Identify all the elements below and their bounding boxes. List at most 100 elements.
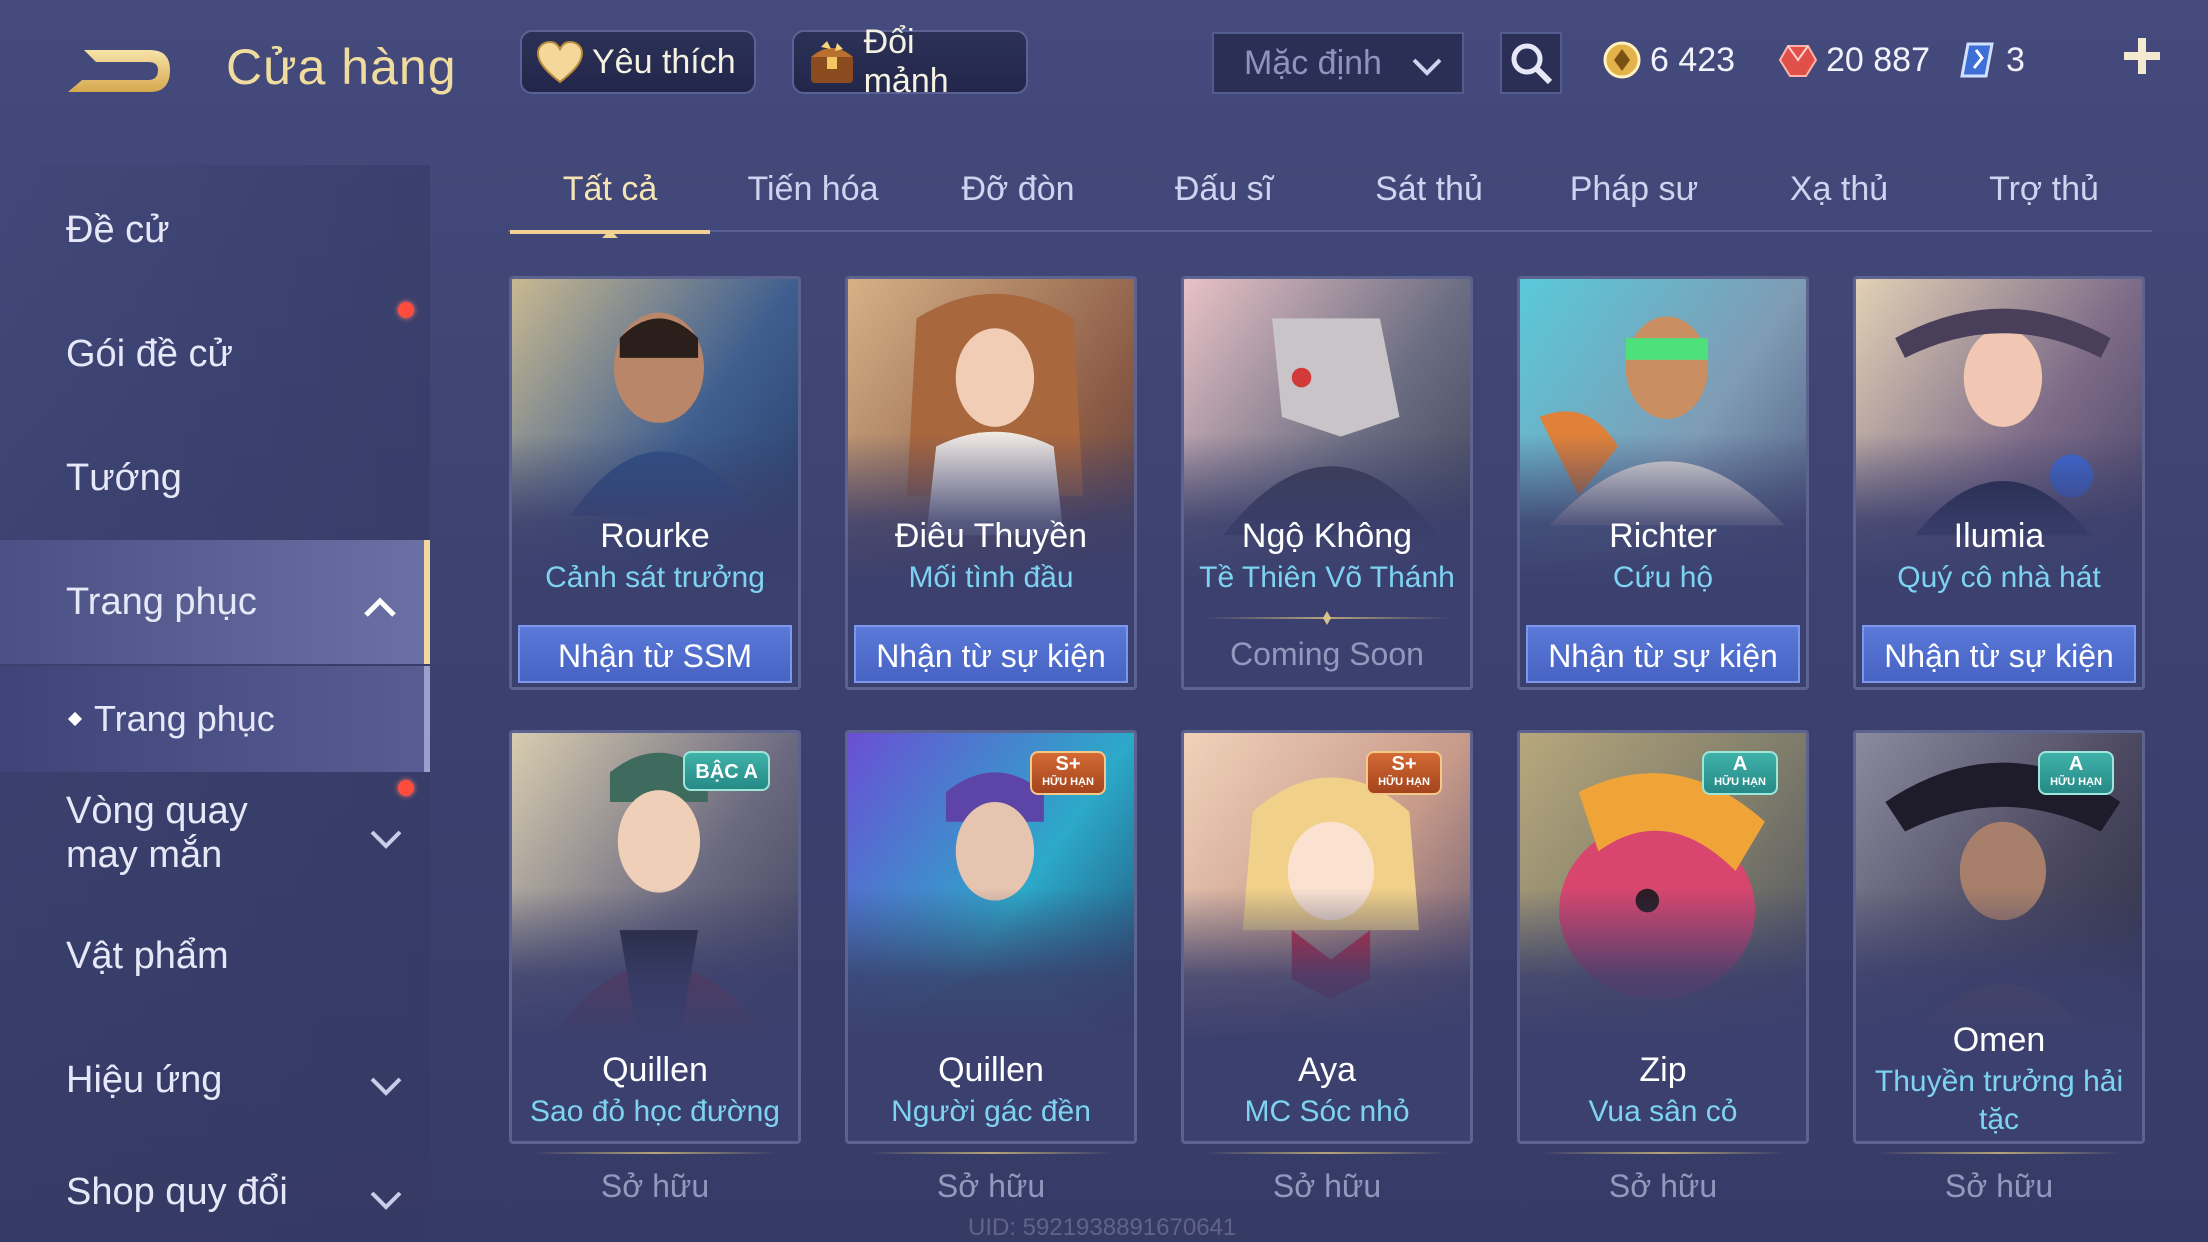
owned-label: Sở hữu xyxy=(1944,1168,2054,1204)
tab-marksman[interactable]: Xạ thủ xyxy=(1739,170,1939,232)
chevron-up-icon xyxy=(362,588,398,631)
skin-card[interactable]: Điêu Thuyền Mối tình đầu Nhận từ sự kiện xyxy=(845,276,1137,690)
heart-icon xyxy=(534,36,586,88)
chevron-down-icon xyxy=(368,818,404,862)
skin-card[interactable]: A HỮU HẠN Omen Thuyền trưởng hải tặc xyxy=(1853,730,2145,1144)
skin-card[interactable]: Richter Cứu hộ Nhận từ sự kiện xyxy=(1517,276,1809,690)
notification-dot xyxy=(398,780,414,796)
hero-name: Quillen xyxy=(938,1051,1044,1089)
hero-name: Điêu Thuyền xyxy=(894,517,1088,555)
skin-name: Quý cô nhà hát xyxy=(1897,561,2101,594)
sidebar-item-label: Shop quy đổi xyxy=(66,1170,288,1213)
sidebar-item-featured[interactable]: Đề cử xyxy=(0,168,430,292)
tab-evolution[interactable]: Tiến hóa xyxy=(713,170,913,232)
hero-name: Ngộ Không xyxy=(1241,517,1413,555)
skin-name: Tề Thiên Võ Thánh xyxy=(1199,561,1455,594)
sidebar-item-label: Đề cử xyxy=(66,208,170,251)
owned-label: Sở hữu xyxy=(1272,1168,1382,1204)
skin-card[interactable]: Ilumia Quý cô nhà hát Nhận từ sự kiện xyxy=(1853,276,2145,690)
obtain-button[interactable]: Nhận từ sự kiện xyxy=(1526,625,1800,683)
skin-card[interactable]: Ngộ Không Tề Thiên Võ Thánh Coming Soon xyxy=(1181,276,1473,690)
skin-name: Sao đỏ học đường xyxy=(530,1095,780,1128)
card-footer: Sở hữu xyxy=(1856,1148,2142,1242)
sidebar-item-featured-packs[interactable]: Gói đề cử xyxy=(0,292,430,416)
crystal-balance: 3 xyxy=(1958,34,2025,86)
card-footer: Sở hữu xyxy=(1520,1148,1806,1242)
search-icon xyxy=(1511,43,1553,85)
sidebar-item-label: Tướng xyxy=(66,456,182,499)
gold-value: 6 423 xyxy=(1650,40,1736,79)
exchange-shards-label: Đổi mảnh xyxy=(863,23,949,100)
notification-dot xyxy=(398,302,414,318)
sidebar-item-label: Vòng quay may mắn xyxy=(66,790,248,876)
tab-all[interactable]: Tất cả xyxy=(510,170,710,238)
divider xyxy=(868,1152,1114,1154)
gold-balance: 6 423 xyxy=(1602,34,1735,86)
skin-card[interactable]: S+ HỮU HẠN Aya MC Sóc nhỏ xyxy=(1181,730,1473,1144)
favorites-button[interactable]: Yêu thích xyxy=(520,30,756,94)
divider xyxy=(1204,611,1450,625)
crystal-value: 3 xyxy=(2006,40,2025,79)
sidebar-item-label: Trang phục xyxy=(66,580,257,623)
ruby-voucher-icon xyxy=(1778,45,1818,77)
skin-card[interactable]: A HỮU HẠN Zip Vua sân cỏ xyxy=(1517,730,1809,1144)
sidebar-item-skins[interactable]: Trang phục xyxy=(0,540,430,664)
owned-label: Sở hữu xyxy=(1608,1168,1718,1204)
tab-fighter[interactable]: Đấu sĩ xyxy=(1124,170,1324,232)
sidebar-item-label: Gói đề cử xyxy=(66,332,233,375)
sort-value: Mặc định xyxy=(1244,43,1382,82)
crystal-icon xyxy=(1960,42,1994,78)
status-label: Coming Soon xyxy=(1230,636,1424,672)
sidebar-item-heroes[interactable]: Tướng xyxy=(0,416,430,540)
sidebar-item-label: Trang phục xyxy=(94,698,275,739)
back-arrow-icon xyxy=(68,50,170,92)
skin-card[interactable]: BẬC A Quillen Sao đỏ học đường xyxy=(509,730,801,1144)
bullet-diamond-icon xyxy=(67,711,83,727)
search-button[interactable] xyxy=(1500,32,1562,94)
obtain-button[interactable]: Nhận từ SSM xyxy=(518,625,792,683)
gold-coin-icon xyxy=(1603,41,1641,79)
top-up-button[interactable] xyxy=(2118,30,2166,82)
skin-name: Thuyền trưởng hải tặc xyxy=(1874,1065,2124,1136)
tier-badge: A HỮU HẠN xyxy=(1702,751,1778,795)
sidebar-subitem-skins[interactable]: Trang phục xyxy=(0,666,430,772)
sidebar-item-effects[interactable]: Hiệu ứng xyxy=(0,1018,430,1142)
treasure-chest-icon xyxy=(806,36,858,88)
sort-dropdown[interactable]: Mặc định xyxy=(1212,32,1464,94)
exchange-shards-button[interactable]: Đổi mảnh xyxy=(792,23,1028,100)
skin-card[interactable]: Rourke Cảnh sát trưởng Nhận từ SSM xyxy=(509,276,801,690)
hero-name: Zip xyxy=(1639,1051,1687,1089)
tier-badge: S+ HỮU HẠN xyxy=(1030,751,1106,795)
skin-name: Cứu hộ xyxy=(1612,561,1714,594)
chevron-down-icon xyxy=(1410,50,1444,89)
favorites-label: Yêu thích xyxy=(592,42,736,81)
owned-label: Sở hữu xyxy=(936,1168,1046,1204)
skin-name: MC Sóc nhỏ xyxy=(1244,1095,1410,1128)
owned-label: Sở hữu xyxy=(600,1168,710,1204)
obtain-button[interactable]: Nhận từ sự kiện xyxy=(854,625,1128,683)
page-title: Cửa hàng xyxy=(226,39,457,95)
hero-name: Aya xyxy=(1298,1051,1356,1089)
hero-name: Omen xyxy=(1952,1021,2046,1059)
back-button[interactable] xyxy=(62,36,182,106)
chevron-down-icon xyxy=(368,1180,404,1223)
obtain-button[interactable]: Nhận từ sự kiện xyxy=(1862,625,2136,683)
sidebar-item-exchange-shop[interactable]: Shop quy đổi xyxy=(0,1142,430,1242)
tab-mage[interactable]: Pháp sư xyxy=(1534,170,1734,232)
category-tabs: Tất cả Tiến hóa Đỡ đòn Đấu sĩ Sát thủ Ph… xyxy=(508,160,2152,238)
tab-assassin[interactable]: Sát thủ xyxy=(1329,170,1529,232)
tab-support[interactable]: Trợ thủ xyxy=(1944,170,2144,232)
tab-tank[interactable]: Đỡ đòn xyxy=(918,170,1118,232)
sidebar-item-lucky-spin[interactable]: Vòng quay may mắn xyxy=(0,778,430,888)
sidebar-item-label: Vật phẩm xyxy=(66,934,229,977)
skin-name: Người gác đền xyxy=(891,1095,1091,1128)
skin-card[interactable]: S+ HỮU HẠN Quillen Người gác đền xyxy=(845,730,1137,1144)
card-footer: Sở hữu xyxy=(512,1148,798,1242)
voucher-balance: 20 887 xyxy=(1778,34,1930,86)
hero-name: Ilumia xyxy=(1953,517,2045,555)
sidebar-item-items[interactable]: Vật phẩm xyxy=(0,894,430,1018)
user-id-watermark: UID: 5921938891670641 xyxy=(968,1214,1237,1241)
hero-name: Quillen xyxy=(602,1051,708,1089)
chevron-down-icon xyxy=(368,1066,404,1109)
tier-badge: A HỮU HẠN xyxy=(2038,751,2114,795)
